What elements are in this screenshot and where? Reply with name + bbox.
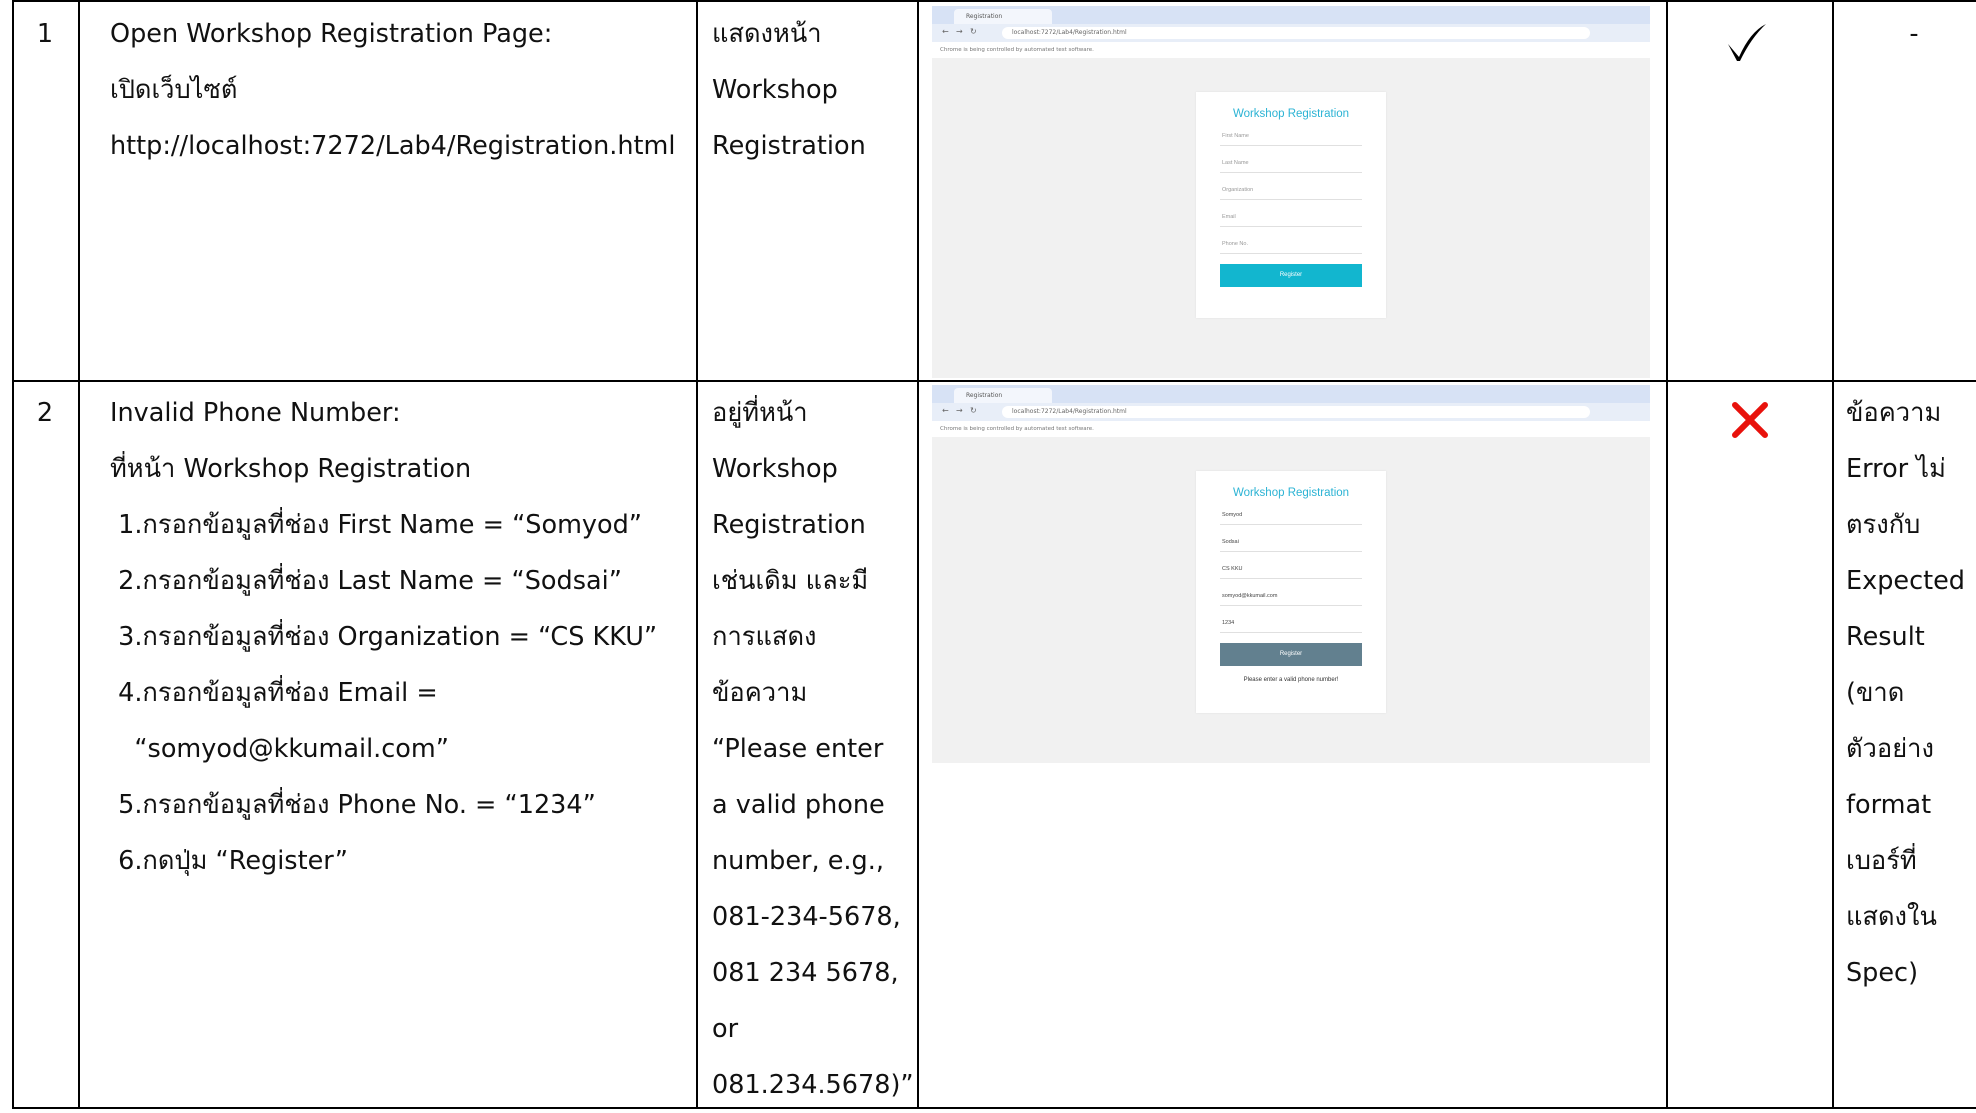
browser-chrome: Registration ← → ↻ localhost:7272/Lab4/R…: [932, 385, 1650, 438]
address-bar: localhost:7272/Lab4/Registration.html: [1002, 406, 1590, 418]
reload-icon: ↻: [970, 27, 977, 36]
remark-line: ตัวอย่าง: [1846, 734, 1934, 764]
remark-line: format: [1846, 790, 1932, 820]
step-line: ที่หน้า Workshop Registration: [110, 454, 472, 484]
remark: -: [1832, 6, 1976, 62]
expected-line: Registration: [712, 131, 866, 161]
email-field: Email: [1220, 209, 1362, 227]
form-title: Workshop Registration: [1232, 108, 1350, 120]
row-divider: [12, 380, 1976, 382]
phone-error-message: Please enter a valid phone number!: [1243, 677, 1339, 683]
first-name-field: Somyod: [1220, 507, 1362, 525]
table-border: [12, 2, 14, 1107]
remark-line: แสดงใน: [1846, 902, 1937, 932]
expected-line: or: [712, 1014, 739, 1044]
test-steps: Invalid Phone Number: ที่หน้า Workshop R…: [110, 385, 657, 889]
registration-card: Workshop Registration Somyod Sodsai CS K…: [1196, 471, 1386, 713]
expected-line: ข้อความ: [712, 678, 808, 708]
step-line: Invalid Phone Number:: [110, 398, 401, 428]
step-line: 4.กรอกข้อมูลที่ช่อง Email =: [110, 678, 438, 708]
step-line: 1.กรอกข้อมูลที่ช่อง First Name = “Somyod…: [110, 510, 643, 540]
tab-strip: Registration: [932, 385, 1650, 403]
registration-card: Workshop Registration First Name Last Na…: [1196, 92, 1386, 318]
row-number: 1: [36, 19, 54, 49]
browser-chrome: Registration ← → ↻ localhost:7272/Lab4/R…: [932, 6, 1650, 59]
table-border: [1832, 2, 1834, 1107]
expected-result: แสดงหน้า Workshop Registration: [712, 6, 866, 174]
screenshot-registration-page: Registration ← → ↻ localhost:7272/Lab4/R…: [932, 6, 1650, 378]
expected-line: “Please enter: [712, 734, 884, 764]
forward-icon: →: [956, 27, 963, 36]
table-border: [696, 2, 698, 1107]
first-name-field: First Name: [1220, 128, 1362, 146]
step-line: 2.กรอกข้อมูลที่ช่อง Last Name = “Sodsai”: [110, 566, 622, 596]
expected-line: 081 234 5678,: [712, 958, 899, 988]
reload-icon: ↻: [970, 406, 977, 415]
table-border: [1666, 2, 1668, 1107]
step-line: 5.กรอกข้อมูลที่ช่อง Phone No. = “1234”: [110, 790, 596, 820]
step-line: 6.กดปุ่ม “Register”: [110, 846, 349, 876]
screenshot-invalid-phone: Registration ← → ↻ localhost:7272/Lab4/R…: [932, 385, 1650, 763]
expected-line: เช่นเดิม และมี: [712, 566, 869, 596]
expected-line: แสดงหน้า: [712, 19, 822, 49]
email-field: somyod@kkumail.com: [1220, 588, 1362, 606]
automation-infobar: Chrome is being controlled by automated …: [932, 42, 1650, 59]
remark-line: Expected: [1846, 566, 1965, 596]
remark-line: Spec): [1846, 958, 1919, 988]
check-icon: [1728, 24, 1766, 61]
form-title: Workshop Registration: [1232, 487, 1350, 499]
last-name-field: Sodsai: [1220, 534, 1362, 552]
remark-line: เบอร์ที่: [1846, 846, 1917, 876]
expected-line: a valid phone: [712, 790, 885, 820]
address-bar: localhost:7272/Lab4/Registration.html: [1002, 27, 1590, 39]
remark-line: ตรงกับ: [1846, 510, 1921, 540]
table-border: [78, 2, 80, 1107]
phone-field: Phone No.: [1220, 236, 1362, 254]
step-line: 3.กรอกข้อมูลที่ช่อง Organization = “CS K…: [110, 622, 658, 652]
register-button: Register: [1220, 643, 1362, 666]
expected-line: Workshop: [712, 75, 838, 105]
expected-result: อยู่ที่หน้า Workshop Registration เช่นเด…: [712, 385, 914, 1113]
back-icon: ←: [942, 27, 949, 36]
expected-line: Registration: [712, 510, 866, 540]
remark-line: ข้อความ: [1846, 398, 1942, 428]
expected-line: 081-234-5678,: [712, 902, 901, 932]
remark-line: -: [1909, 19, 1919, 49]
automation-infobar: Chrome is being controlled by automated …: [932, 421, 1650, 438]
test-steps: Open Workshop Registration Page: เปิดเว็…: [110, 6, 675, 174]
last-name-field: Last Name: [1220, 155, 1362, 173]
page-content: Workshop Registration First Name Last Na…: [932, 58, 1650, 378]
test-case-table: 1 Open Workshop Registration Page: เปิดเ…: [12, 0, 1976, 1109]
tab-strip: Registration: [932, 6, 1650, 24]
step-line: “somyod@kkumail.com”: [110, 734, 449, 764]
browser-tab: Registration: [954, 388, 1052, 403]
step-line: Open Workshop Registration Page:: [110, 19, 553, 49]
remark: ข้อความ Error ไม่ ตรงกับ Expected Result…: [1846, 385, 1965, 1001]
cross-icon: [1732, 402, 1768, 438]
remark-line: (ขาด: [1846, 678, 1905, 708]
phone-field: 1234: [1220, 615, 1362, 633]
table-border: [917, 2, 919, 1107]
remark-line: Result: [1846, 622, 1925, 652]
row-number: 2: [36, 398, 54, 428]
expected-line: อยู่ที่หน้า: [712, 398, 808, 428]
back-icon: ←: [942, 406, 949, 415]
step-line: เปิดเว็บไซต์: [110, 75, 238, 105]
page-content: Workshop Registration Somyod Sodsai CS K…: [932, 437, 1650, 763]
organization-field: Organization: [1220, 182, 1362, 200]
expected-line: การแสดง: [712, 622, 817, 652]
expected-line: Workshop: [712, 454, 838, 484]
register-button: Register: [1220, 264, 1362, 287]
browser-tab: Registration: [954, 9, 1052, 24]
expected-line: number, e.g.,: [712, 846, 884, 876]
organization-field: CS KKU: [1220, 561, 1362, 579]
step-line: http://localhost:7272/Lab4/Registration.…: [110, 131, 676, 161]
forward-icon: →: [956, 406, 963, 415]
remark-line: Error ไม่: [1846, 454, 1946, 484]
